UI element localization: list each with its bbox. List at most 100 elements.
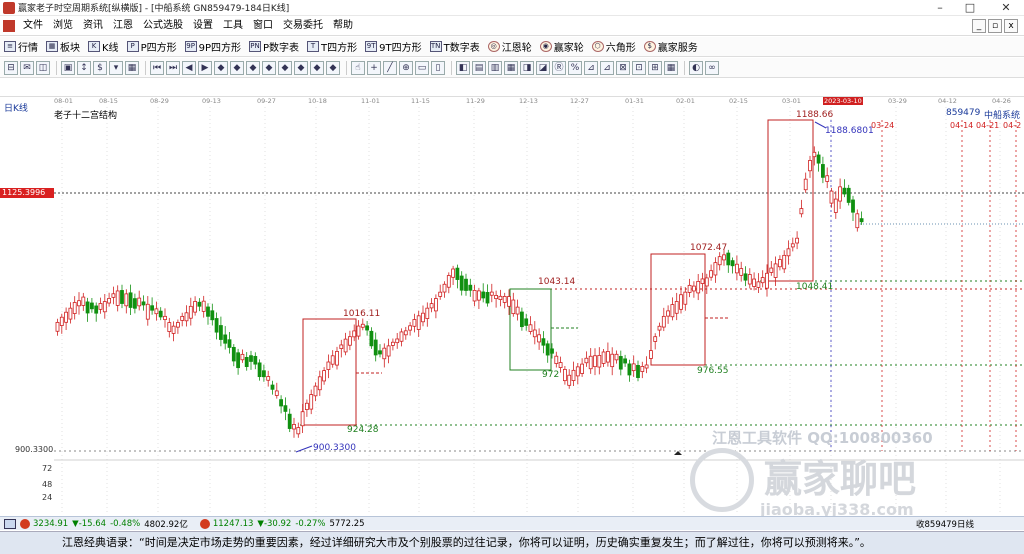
- mdi-close-button[interactable]: x: [1004, 19, 1018, 33]
- toolbar-9p-square-button[interactable]: 9P 9P四方形: [181, 39, 245, 54]
- candle-body: [532, 329, 537, 338]
- tool-button-19[interactable]: ◆: [326, 60, 340, 75]
- tool-button-9[interactable]: ⏭: [166, 60, 180, 75]
- toolbar-9t-square-button[interactable]: 9T 9T四方形: [361, 39, 425, 54]
- tool-button-6[interactable]: ▾: [109, 60, 123, 75]
- toolbar-t-square-button[interactable]: T T四方形: [303, 39, 361, 54]
- kline-icon: K: [88, 41, 100, 52]
- toolbar-winner-wheel-button[interactable]: ◉ 赢家轮: [536, 39, 588, 54]
- tool-button-24[interactable]: ▭: [415, 60, 429, 75]
- mdi-minimize-button[interactable]: _: [972, 19, 986, 33]
- candle-body: [197, 301, 202, 307]
- menu-settings[interactable]: 设置: [188, 17, 218, 35]
- tool-button-27[interactable]: ▤: [472, 60, 486, 75]
- candle-body: [782, 254, 787, 270]
- tool-button-39[interactable]: ▦: [664, 60, 678, 75]
- menu-info[interactable]: 资讯: [78, 17, 108, 35]
- tool-button-33[interactable]: %: [568, 60, 582, 75]
- candle-body: [167, 322, 172, 332]
- tool-button-11[interactable]: ▶: [198, 60, 212, 75]
- tool-button-16[interactable]: ◆: [278, 60, 292, 75]
- tool-button-21[interactable]: +: [367, 60, 381, 75]
- menu-window[interactable]: 窗口: [248, 17, 278, 35]
- stock-name: 中船系统: [984, 111, 1021, 121]
- tool-button-32[interactable]: Ⓡ: [552, 60, 566, 75]
- menu-formula[interactable]: 公式选股: [138, 17, 188, 35]
- toolbar-sector-button[interactable]: ▦ 板块: [42, 39, 84, 54]
- toolbar-p-table-button[interactable]: PN P数字表: [245, 39, 303, 54]
- menu-gann[interactable]: 江恩: [108, 17, 138, 35]
- tool-button-7[interactable]: ▦: [125, 60, 139, 75]
- toolbar-service-button[interactable]: $ 赢家服务: [640, 39, 702, 54]
- mdi-restore-button[interactable]: ▫: [988, 19, 1002, 33]
- tool-button-38[interactable]: ⊞: [648, 60, 662, 75]
- tool-button-17[interactable]: ◆: [294, 60, 308, 75]
- tool-button-41[interactable]: ∞: [705, 60, 719, 75]
- close-button[interactable]: ✕: [992, 0, 1020, 16]
- date-tick: 10-18: [308, 97, 327, 105]
- tool-button-12[interactable]: ◆: [214, 60, 228, 75]
- tool-button-3[interactable]: ▣: [61, 60, 75, 75]
- tool-button-37[interactable]: ⊡: [632, 60, 646, 75]
- menu-file[interactable]: 文件: [18, 17, 48, 35]
- menu-browse[interactable]: 浏览: [48, 17, 78, 35]
- tool-button-22[interactable]: ╱: [383, 60, 397, 75]
- gann-wheel-icon: ◎: [487, 41, 500, 52]
- candle-body: [520, 311, 524, 328]
- candle-body: [378, 350, 382, 355]
- candle-body: [137, 297, 142, 307]
- toolbar-gann-wheel-button[interactable]: ◎ 江恩轮: [484, 39, 536, 54]
- tool-button-26[interactable]: ◧: [456, 60, 470, 75]
- tool-button-15[interactable]: ◆: [262, 60, 276, 75]
- tool-button-1[interactable]: ✉: [20, 60, 34, 75]
- candle-body: [610, 353, 615, 368]
- tool-button-34[interactable]: ⊿: [584, 60, 598, 75]
- tool-button-29[interactable]: ▦: [504, 60, 518, 75]
- tool-button-18[interactable]: ◆: [310, 60, 324, 75]
- tool-button-2[interactable]: ◫: [36, 60, 50, 75]
- candle-body: [257, 362, 262, 378]
- candle-body: [687, 284, 692, 293]
- cursor-marker: [674, 451, 682, 455]
- tool-button-13[interactable]: ◆: [230, 60, 244, 75]
- tool-button-14[interactable]: ◆: [246, 60, 260, 75]
- tool-button-31[interactable]: ◪: [536, 60, 550, 75]
- maximize-button[interactable]: □: [956, 0, 984, 16]
- drawing-toolbar: ⊟ ✉ ◫ ▣ ↕ $ ▾ ▦ ⏮ ⏭ ◀ ▶ ◆ ◆ ◆ ◆ ◆ ◆ ◆ ◆ ☝ + ╱ ⊕ ▭ ▯ ◧ ▤ ▥ ▦ ◨ ◪ Ⓡ% ⊿ ⊿ ⊠ ⊡ ⊞ ▦…: [0, 58, 1024, 78]
- minimize-button[interactable]: –: [926, 0, 954, 16]
- tool-button-40[interactable]: ◐: [689, 60, 703, 75]
- candle-body: [773, 263, 778, 278]
- tool-button-30[interactable]: ◨: [520, 60, 534, 75]
- tool-button-4[interactable]: ↕: [77, 60, 91, 75]
- tool-button-5[interactable]: $: [93, 60, 107, 75]
- menu-help[interactable]: 帮助: [328, 17, 358, 35]
- tool-button-35[interactable]: ⊿: [600, 60, 614, 75]
- tool-button-28[interactable]: ▥: [488, 60, 502, 75]
- candle-body: [283, 405, 288, 412]
- toolbar-p-square-button[interactable]: P P四方形: [123, 39, 181, 54]
- candle-body: [193, 301, 198, 313]
- candle-body: [812, 151, 817, 158]
- tool-button-25[interactable]: ▯: [431, 60, 445, 75]
- candle-body: [227, 339, 232, 348]
- toolbar-quote-button[interactable]: ≡ 行情: [0, 39, 42, 54]
- tool-button-8[interactable]: ⏮: [150, 60, 164, 75]
- app-icon: [3, 1, 15, 14]
- candle-body: [692, 285, 696, 292]
- candle-body: [395, 338, 400, 344]
- grid-icon[interactable]: [4, 518, 16, 529]
- menu-trade[interactable]: 交易委托: [278, 17, 328, 35]
- tool-button-36[interactable]: ⊠: [616, 60, 630, 75]
- candle-body: [735, 263, 739, 274]
- toolbar-t-table-button[interactable]: TN T数字表: [426, 39, 484, 54]
- menu-tools[interactable]: 工具: [218, 17, 248, 35]
- candle-body: [580, 363, 584, 374]
- toolbar-kline-button[interactable]: K K线: [84, 39, 123, 54]
- candle-body: [317, 376, 322, 391]
- tool-button-10[interactable]: ◀: [182, 60, 196, 75]
- tool-button-23[interactable]: ⊕: [399, 60, 413, 75]
- tool-button-0[interactable]: ⊟: [4, 60, 18, 75]
- tool-button-20[interactable]: ☝: [351, 60, 365, 75]
- toolbar-hexagon-button[interactable]: ⬡ 六角形: [588, 39, 640, 54]
- candle-body: [558, 362, 563, 368]
